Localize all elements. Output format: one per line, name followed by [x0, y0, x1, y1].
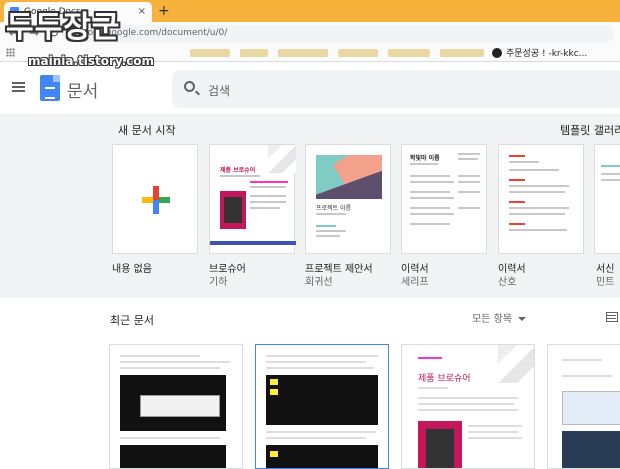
- recent-document-card[interactable]: [255, 344, 389, 469]
- app-name[interactable]: 문서: [67, 77, 98, 102]
- resume-name: 학빛마 이름: [410, 155, 440, 162]
- github-icon: [492, 47, 502, 58]
- template-sub: 산호: [498, 277, 517, 288]
- template-sub: 회귀선: [305, 277, 333, 288]
- template-resume-serif[interactable]: 학빛마 이름: [401, 144, 487, 254]
- template-brochure[interactable]: 제품 브로슈어: [209, 144, 296, 254]
- address-bar[interactable]: docs.google.com/document/u/0/: [62, 25, 614, 42]
- apps-icon[interactable]: [6, 48, 15, 57]
- template-gallery-button[interactable]: 템플릿 갤러리: [560, 122, 620, 138]
- recent-doc-heading: 제품 브로슈어: [418, 374, 471, 384]
- recent-documents-section: 최근 문서 모든 항목 제품 브로슈어: [0, 298, 620, 469]
- bookmark-blurred[interactable]: [388, 49, 430, 57]
- docs-logo-icon[interactable]: [40, 75, 60, 101]
- template-sub: 세리프: [401, 277, 429, 288]
- bookmark-blurred[interactable]: [240, 49, 268, 57]
- bookmark-blurred[interactable]: [278, 49, 328, 57]
- bookmark-blurred[interactable]: [440, 49, 484, 57]
- bookmark-item[interactable]: 주문성공 ! -kr-kkc...: [492, 46, 587, 59]
- new-tab-button[interactable]: +: [158, 3, 170, 19]
- template-proposal[interactable]: 프로젝트 이름: [305, 144, 391, 254]
- recent-document-card[interactable]: [109, 344, 243, 469]
- template-sub: 민트: [596, 277, 615, 288]
- template-letter-mint[interactable]: [594, 144, 620, 254]
- template-blank[interactable]: [112, 144, 198, 254]
- owner-filter-dropdown[interactable]: 모든 항목: [472, 310, 526, 325]
- chevron-down-icon: [517, 317, 526, 321]
- recent-document-card[interactable]: [547, 344, 620, 469]
- watermark-url: mainia.tistory.com: [28, 54, 155, 68]
- search-bar[interactable]: 검색: [172, 70, 620, 108]
- recent-document-card[interactable]: 제품 브로슈어: [401, 344, 535, 469]
- search-icon[interactable]: [184, 81, 195, 92]
- section-title: 최근 문서: [110, 314, 154, 327]
- list-view-icon[interactable]: [606, 312, 618, 322]
- bookmark-label: 주문성공 ! -kr-kkc...: [506, 49, 588, 59]
- app-header: 문서 검색: [0, 62, 620, 114]
- new-document-section: 새 문서 시작 템플릿 갤러리 내용 없음 제품 브로슈어 브로슈어 기하 프로…: [0, 114, 620, 298]
- proposal-title: 프로젝트 이름: [316, 205, 352, 212]
- bookmark-blurred[interactable]: [338, 49, 378, 57]
- watermark-logo: 두두장군: [6, 10, 121, 45]
- search-input[interactable]: 검색: [208, 82, 230, 99]
- template-sub: 기하: [209, 277, 228, 288]
- menu-icon[interactable]: [12, 82, 25, 92]
- template-name: 내용 없음: [112, 264, 152, 275]
- section-title: 새 문서 시작: [118, 124, 176, 137]
- template-resume-coral[interactable]: [498, 144, 584, 254]
- close-icon[interactable]: ×: [138, 6, 146, 17]
- brochure-title: 제품 브로슈어: [220, 167, 256, 174]
- bookmark-blurred[interactable]: [190, 49, 230, 57]
- plus-icon: [142, 186, 170, 214]
- filter-label: 모든 항목: [472, 314, 512, 325]
